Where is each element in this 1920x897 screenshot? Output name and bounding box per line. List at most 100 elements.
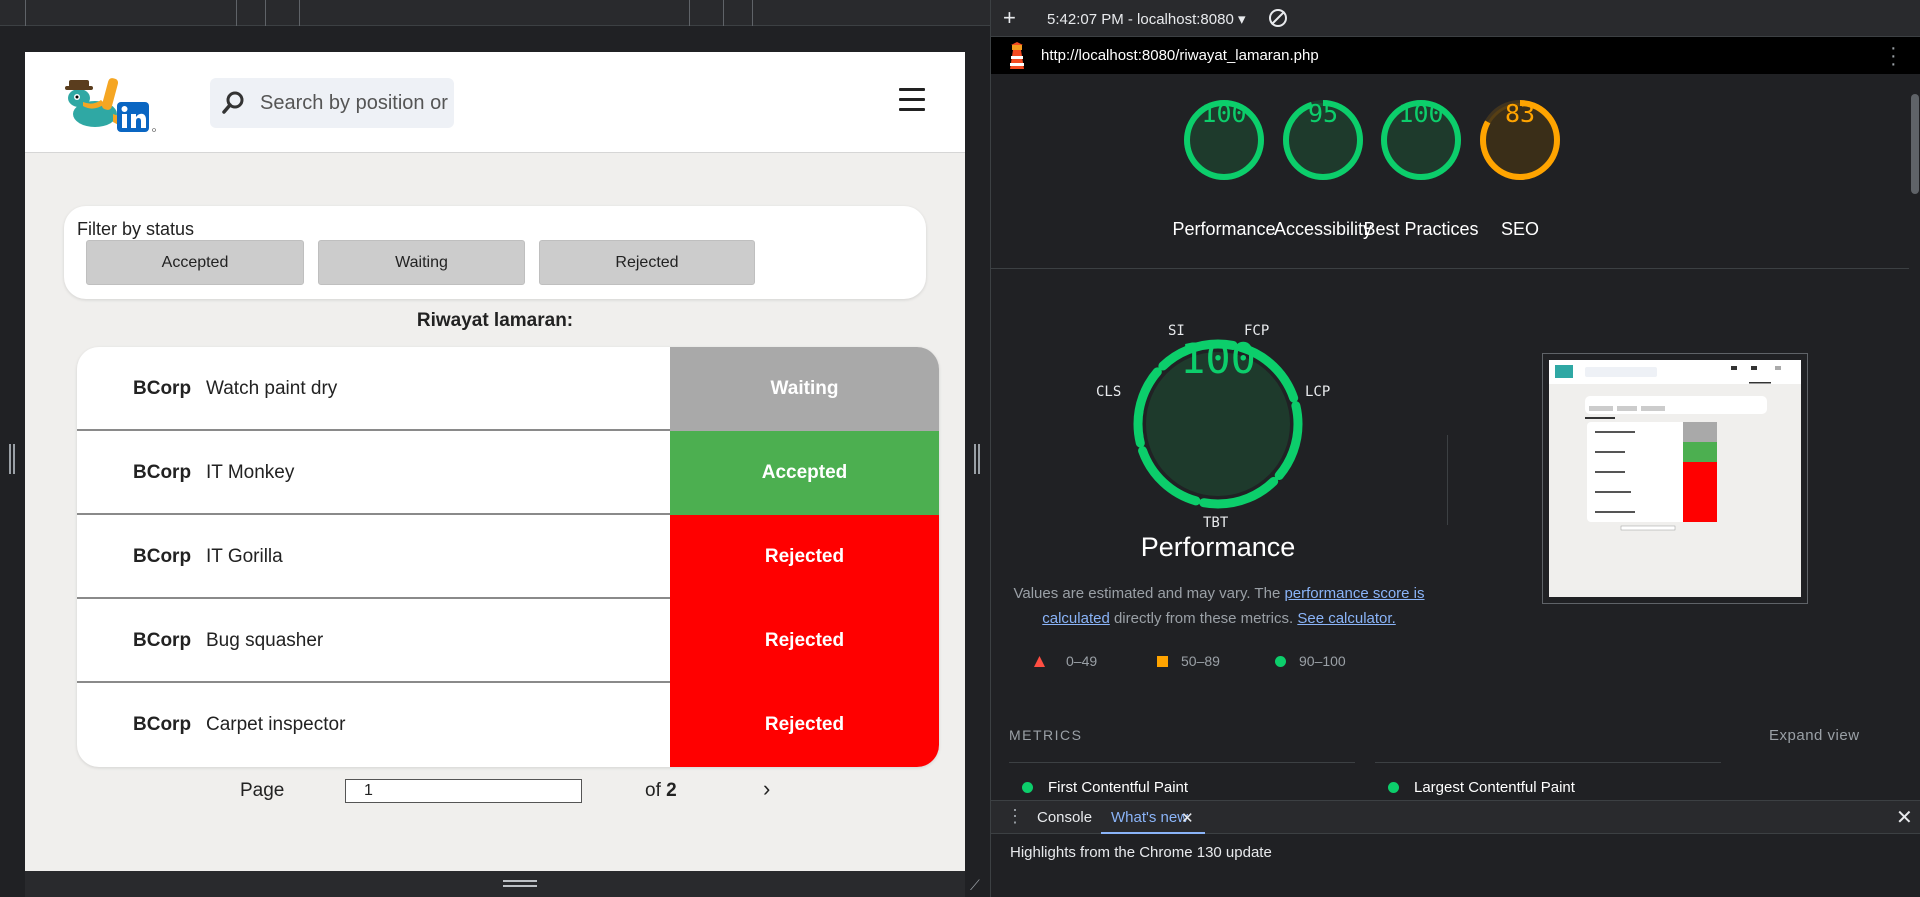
resize-handle-right[interactable] <box>974 444 980 474</box>
devtools-panel: + 5:42:07 PM - localhost:8080 ▾ http://l… <box>990 0 1920 897</box>
search-icon <box>222 91 244 114</box>
clear-report-icon[interactable] <box>1269 9 1287 27</box>
resize-corner-icon[interactable]: ⟋ <box>970 877 986 893</box>
hamburger-menu-icon[interactable] <box>899 88 925 112</box>
circle-icon <box>1275 656 1286 667</box>
hamburger-line <box>899 98 925 101</box>
close-drawer-icon[interactable]: ✕ <box>1896 805 1913 830</box>
close-tab-icon[interactable]: ✕ <box>1181 809 1194 827</box>
devtools-drawer: ⋮ Console What's new ✕ ✕ Highlights from… <box>991 800 1920 897</box>
next-page-icon[interactable]: › <box>763 776 770 802</box>
application-row[interactable]: BCorp Watch paint dry Waiting <box>77 347 939 431</box>
desc-middle: directly from these metrics. <box>1109 610 1298 627</box>
legend-pass-range: 90–100 <box>1299 653 1346 669</box>
gauge-seo[interactable]: 83 SEO <box>1479 99 1561 239</box>
toolbar-separator <box>299 0 300 26</box>
active-tab-indicator <box>1101 832 1205 834</box>
toolbar-separator <box>752 0 753 26</box>
toolbar-separator <box>689 0 690 26</box>
application-company: BCorp <box>133 630 192 651</box>
metric-name: Largest Contentful Paint <box>1414 779 1575 796</box>
application-status-badge: Rejected <box>670 683 939 767</box>
application-row[interactable]: BCorp IT Monkey Accepted <box>77 431 939 515</box>
application-position: IT Gorilla <box>206 546 283 567</box>
filter-accepted-button[interactable]: Accepted <box>86 240 304 285</box>
square-icon <box>1157 656 1168 667</box>
score-gauges: 100 Performance 95 Accessibility 100 Best Pra… <box>991 74 1909 269</box>
application-company: BCorp <box>133 546 192 567</box>
legend-average-range: 50–89 <box>1181 653 1220 669</box>
see-calculator-link[interactable]: See calculator. <box>1297 610 1395 627</box>
application-position: Carpet inspector <box>206 714 346 735</box>
application-status-badge: Accepted <box>670 431 939 515</box>
search-box[interactable] <box>210 78 454 128</box>
metric-si-label: SI <box>1168 323 1185 339</box>
application-status-badge: Waiting <box>670 347 939 431</box>
whats-new-headline: Highlights from the Chrome 130 update <box>1010 844 1272 861</box>
metric-divider <box>1009 762 1355 763</box>
gauge-accessibility[interactable]: 95 Accessibility <box>1274 99 1372 239</box>
page-total: of 2 <box>645 780 677 802</box>
filter-label: Filter by status <box>77 219 195 239</box>
legend-fail-range: 0–49 <box>1066 653 1098 669</box>
application-position: IT Monkey <box>206 462 295 483</box>
triangle-icon <box>1034 656 1045 667</box>
drawer-menu-icon[interactable]: ⋮ <box>1006 806 1024 827</box>
tab-whats-new[interactable]: What's new <box>1111 809 1188 826</box>
report-menu-icon[interactable]: · · · <box>1890 38 1897 74</box>
gauge-best-practices[interactable]: 100 Best Practices <box>1363 99 1478 239</box>
report-url: http://localhost:8080/riwayat_lamaran.ph… <box>1041 47 1319 64</box>
left-gutter <box>0 26 25 897</box>
gauge-value: 100 <box>1201 99 1247 128</box>
application-status-badge: Rejected <box>670 515 939 599</box>
metric-name: First Contentful Paint <box>1048 779 1189 796</box>
scrollbar-thumb[interactable] <box>1911 94 1919 194</box>
gauge-value: 83 <box>1504 99 1536 128</box>
lighthouse-toolbar: + 5:42:07 PM - localhost:8080 ▾ <box>991 0 1920 37</box>
application-row[interactable]: BCorp Carpet inspector Rejected <box>77 683 939 767</box>
pagination: Page of 2 › <box>25 776 965 806</box>
gauge-performance[interactable]: 100 Performance <box>1172 99 1275 239</box>
metric-tbt-label: TBT <box>1203 515 1229 531</box>
application-company: BCorp <box>133 378 192 399</box>
pass-circle-icon <box>1388 782 1399 793</box>
drawer-tabbar: ⋮ Console What's new ✕ ✕ <box>991 801 1920 834</box>
emulation-toolbar <box>0 0 990 26</box>
report-url-bar: http://localhost:8080/riwayat_lamaran.ph… <box>991 37 1920 74</box>
gauge-value: 95 <box>1307 99 1339 128</box>
filter-rejected-button[interactable]: Rejected <box>539 240 755 285</box>
toolbar-separator <box>236 0 237 26</box>
expand-view-button[interactable]: Expand view <box>1769 727 1860 744</box>
application-company: BCorp <box>133 462 192 483</box>
page-number-input[interactable] <box>345 779 582 803</box>
page-viewport: Filter by status Accepted Waiting Reject… <box>25 52 965 871</box>
application-row[interactable]: BCorp IT Gorilla Rejected <box>77 515 939 599</box>
application-status-badge: Rejected <box>670 599 939 683</box>
new-report-plus-icon[interactable]: + <box>1003 5 1016 31</box>
device-emulation-area: Filter by status Accepted Waiting Reject… <box>0 0 990 897</box>
application-company: BCorp <box>133 714 192 735</box>
toolbar-separator <box>723 0 724 26</box>
tab-console[interactable]: Console <box>1037 809 1092 826</box>
application-row[interactable]: BCorp Bug squasher Rejected <box>77 599 939 683</box>
resize-handle-bottom[interactable] <box>503 880 537 887</box>
metric-cls-label: CLS <box>1096 384 1122 400</box>
metric-lcp-label: LCP <box>1305 384 1331 400</box>
application-position: Watch paint dry <box>206 378 338 399</box>
page-total-count: 2 <box>666 780 677 801</box>
perry-linkedin-logo[interactable] <box>65 70 165 136</box>
search-input[interactable] <box>260 78 450 128</box>
report-scrollbar[interactable] <box>1909 74 1920 800</box>
history-title: Riwayat lamaran: <box>416 310 574 331</box>
filter-waiting-button[interactable]: Waiting <box>318 240 525 285</box>
application-list: BCorp Watch paint dry Waiting BCorp IT M… <box>77 347 939 767</box>
pass-circle-icon <box>1022 782 1033 793</box>
final-screenshot-thumbnail[interactable] <box>1542 353 1808 604</box>
hamburger-line <box>899 88 925 91</box>
toolbar-separator <box>265 0 266 26</box>
section-divider <box>1447 435 1448 525</box>
resize-handle-left[interactable] <box>9 444 15 474</box>
metric-fcp-label: FCP <box>1244 323 1270 339</box>
report-selector[interactable]: 5:42:07 PM - localhost:8080 ▾ <box>1047 10 1245 28</box>
lighthouse-logo-icon <box>1010 42 1024 69</box>
